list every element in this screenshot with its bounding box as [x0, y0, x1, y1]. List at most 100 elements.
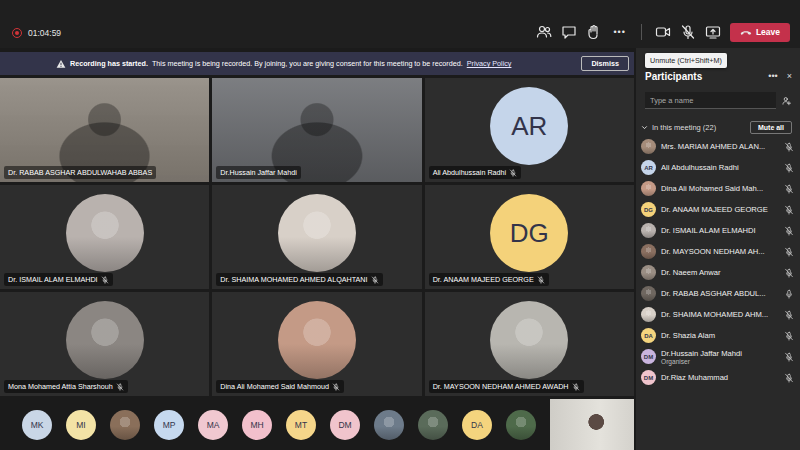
participant-tile[interactable]: DG Dr. ANAAM MAJEED GEORGE [425, 185, 634, 289]
participant-avatar [641, 139, 656, 154]
avatar-initials: DG [510, 218, 549, 249]
overflow-avatar: MT [286, 410, 316, 440]
participant-row[interactable]: Dina Ali Mohamed Said Mah... [636, 178, 800, 199]
participant-row[interactable]: Mrs. MARIAM AHMED ALAN... [636, 136, 800, 157]
recording-indicator: 01:04:59 [12, 23, 61, 43]
privacy-policy-link[interactable]: Privacy Policy [467, 59, 512, 68]
participant-avatar-fill [66, 301, 144, 379]
name-label: Mona Mohamed Attia Sharshouh [4, 380, 128, 393]
overflow-avatar: MH [242, 410, 272, 440]
more-actions-button[interactable]: ••• [611, 27, 627, 37]
participant-avatar-fill: DG [641, 202, 656, 217]
camera-icon[interactable] [655, 24, 671, 40]
participant-avatar-fill [278, 301, 356, 379]
mic-off-icon[interactable] [784, 310, 794, 320]
participant-tile[interactable]: Dr. SHAIMA MOHAMED AHMED ALQAHTANI [212, 185, 421, 289]
panel-close-button[interactable]: × [787, 71, 792, 81]
participant-row[interactable]: DGDr. ANAAM MAJEED GEORGE [636, 199, 800, 220]
participant-avatar-fill: DA [641, 328, 656, 343]
participant-avatar [641, 307, 656, 322]
dismiss-button[interactable]: Dismiss [581, 56, 629, 71]
mic-off-icon[interactable] [784, 142, 794, 152]
mic-off-icon[interactable] [784, 184, 794, 194]
mic-off-icon[interactable] [784, 268, 794, 278]
participant-tile[interactable]: Mona Mohamed Attia Sharshouh [0, 292, 209, 396]
mic-off-icon[interactable] [784, 247, 794, 257]
banner-text: This meeting is being recorded. By joini… [152, 59, 463, 68]
participant-avatar-fill [278, 194, 356, 272]
chat-icon[interactable] [561, 24, 577, 40]
avatar-initials: DG [644, 207, 653, 213]
participant-tile[interactable]: Dr. RABAB ASGHAR ABDULWAHAB ABBAS [0, 78, 209, 182]
participant-row[interactable]: Dr. MAYSOON NEDHAM AH... [636, 241, 800, 262]
mic-icon[interactable] [784, 289, 794, 299]
participant-name: Dr. ANAAM MAJEED GEORGE [433, 275, 534, 284]
participant-row[interactable]: DADr. Shazia Alam [636, 325, 800, 346]
name-label: Dina Ali Mohamed Said Mahmoud [216, 380, 344, 393]
participant-name: Dr. SHAIMA MOHAMED AHM... [661, 310, 779, 319]
mic-off-icon[interactable] [784, 226, 794, 236]
participant-tile[interactable]: Dr.Hussain Jaffar Mahdi [212, 78, 421, 182]
participant-avatar: AR [641, 160, 656, 175]
mic-off-icon[interactable] [680, 24, 696, 40]
panel-actions: ••• × [768, 71, 792, 81]
participant-name: Dr. RABAB ASGHAR ABDUL... [661, 289, 779, 298]
participants-icon[interactable] [536, 24, 552, 40]
name-label: Dr. SHAIMA MOHAMED AHMED ALQAHTANI [216, 273, 382, 286]
participant-name: Dr. RABAB ASGHAR ABDULWAHAB ABBAS [8, 168, 152, 177]
participant-name: Ali Abdulhussain Radhi [661, 163, 779, 172]
participant-row[interactable]: Dr. RABAB ASGHAR ABDUL... [636, 283, 800, 304]
leave-button[interactable]: Leave [730, 23, 790, 42]
chevron-icon[interactable] [640, 123, 649, 132]
mic-off-icon[interactable] [784, 205, 794, 215]
share-invite-icon[interactable] [782, 96, 792, 106]
mic-off-icon [371, 276, 379, 284]
mic-off-icon[interactable] [784, 352, 794, 362]
meeting-body: Recording has started. This meeting is be… [0, 48, 800, 450]
participant-tile[interactable]: ARAli Abdulhussain Radhi [425, 78, 634, 182]
participant-avatar-fill [641, 307, 656, 322]
participant-row[interactable]: Dr. ISMAIL ALAM ELMAHDI [636, 220, 800, 241]
name-label: Dr. ISMAIL ALAM ELMAHDI [4, 273, 113, 286]
participant-avatar [641, 265, 656, 280]
panel-more-button[interactable]: ••• [768, 71, 777, 81]
mic-off-icon[interactable] [784, 331, 794, 341]
overflow-avatar-fill: DA [462, 410, 492, 440]
warning-icon [56, 59, 66, 69]
section-header[interactable]: In this meeting (22)Mute all [640, 121, 792, 134]
participants-panel: Participants•••×In this meeting (22)Mute… [636, 48, 800, 450]
participant-avatar: DM [641, 349, 656, 364]
avatar-initials: MP [163, 420, 176, 430]
participant-name: Dr. ISMAIL ALAM ELMAHDI [661, 226, 779, 235]
search-input[interactable] [645, 92, 776, 109]
mic-off-icon[interactable] [784, 373, 794, 383]
avatar-initials: DM [338, 420, 351, 430]
participant-tile[interactable]: Dina Ali Mohamed Said Mahmoud [212, 292, 421, 396]
participant-avatar-fill: DM [641, 370, 656, 385]
participant-info: Mrs. MARIAM AHMED ALAN... [661, 142, 779, 151]
participant-info: Dr. RABAB ASGHAR ABDUL... [661, 289, 779, 298]
mic-off-icon[interactable] [784, 163, 794, 173]
mute-all-button[interactable]: Mute all [750, 121, 792, 134]
participant-row[interactable]: Dr. Naeem Anwar [636, 262, 800, 283]
overflow-avatar: MI [66, 410, 96, 440]
participant-tile[interactable]: Dr. MAYSOON NEDHAM AHMED AWADH [425, 292, 634, 396]
participant-row[interactable]: DM Dr.Riaz Muhammad [636, 367, 800, 388]
overflow-avatar-fill: MP [154, 410, 184, 440]
participant-avatar [490, 301, 568, 379]
participant-row[interactable]: AR Ali Abdulhussain Radhi [636, 157, 800, 178]
participant-avatar [641, 244, 656, 259]
mic-off-icon [101, 276, 109, 284]
raise-hand-icon[interactable] [586, 24, 602, 40]
mic-off-icon [572, 383, 580, 391]
participant-row[interactable]: DMDr.Hussain Jaffar MahdiOrganiser [636, 346, 800, 367]
banner-title: Recording has started. [70, 59, 148, 68]
participant-tile[interactable]: Dr. ISMAIL ALAM ELMAHDI [0, 185, 209, 289]
share-screen-icon[interactable] [705, 24, 721, 40]
participant-avatar-fill [641, 139, 656, 154]
overflow-avatar-fill: DM [330, 410, 360, 440]
participant-row[interactable]: Dr. SHAIMA MOHAMED AHM... [636, 304, 800, 325]
participant-name: Dr.Riaz Muhammad [661, 373, 779, 382]
participant-avatar-fill [641, 286, 656, 301]
participant-avatar [641, 286, 656, 301]
